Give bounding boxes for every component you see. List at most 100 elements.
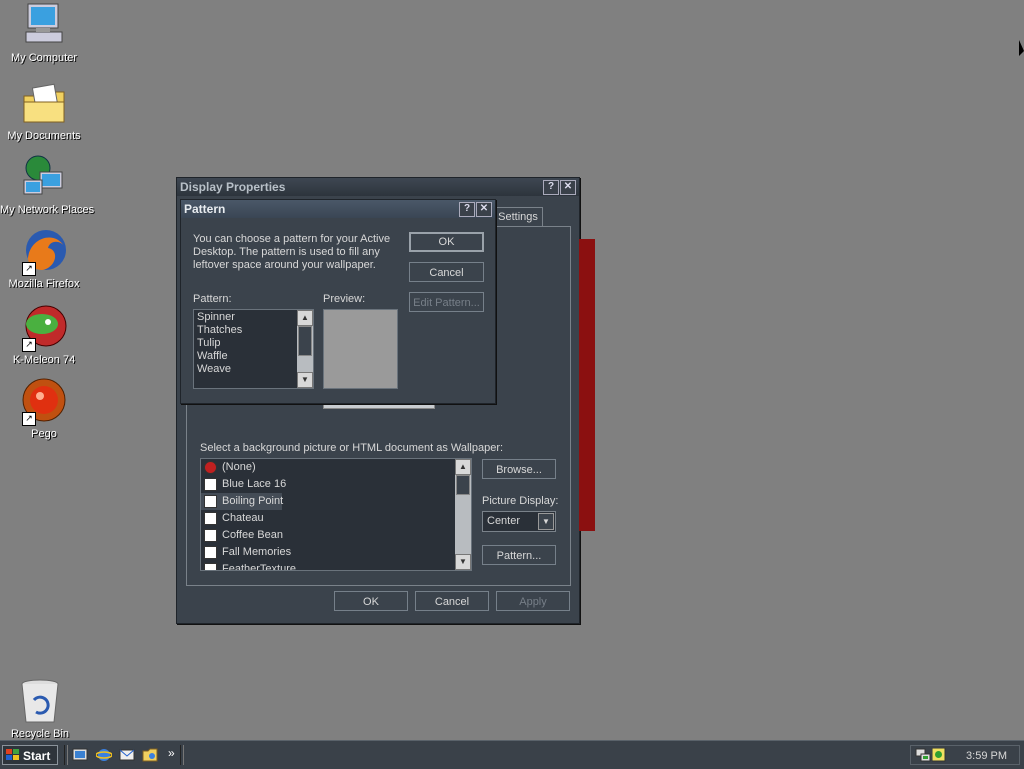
- system-tray: 3:59 PM: [910, 745, 1020, 765]
- clock: 3:59 PM: [966, 750, 1007, 762]
- pattern-list-item[interactable]: Thatches: [194, 324, 313, 337]
- windows-logo-icon: [6, 749, 19, 760]
- pattern-list-scrollbar[interactable]: ▲ ▼: [297, 310, 313, 388]
- shortcut-arrow-icon: ↗: [22, 412, 36, 426]
- desktop-icon-my-computer[interactable]: My Computer: [0, 2, 88, 64]
- internet-explorer-icon[interactable]: [96, 747, 112, 763]
- my-documents-icon: [20, 80, 68, 128]
- wallpaper-name: Boiling Point: [222, 495, 284, 507]
- taskbar: Start » 3:59 PM: [0, 740, 1024, 769]
- show-desktop-icon[interactable]: [72, 747, 88, 763]
- scroll-up-icon[interactable]: ▲: [297, 310, 313, 326]
- pattern-dialog-titlebar[interactable]: Pattern ? ✕: [181, 200, 495, 218]
- edit-pattern-button[interactable]: Edit Pattern...: [409, 292, 484, 312]
- preview-label: Preview:: [323, 293, 366, 305]
- pattern-cancel-button[interactable]: Cancel: [409, 262, 484, 282]
- desktop-icon-label: My Computer: [10, 52, 78, 64]
- wallpaper-label: Select a background picture or HTML docu…: [200, 442, 504, 454]
- apply-button[interactable]: Apply: [496, 591, 570, 611]
- taskbar-divider: [180, 745, 184, 765]
- close-button[interactable]: ✕: [560, 180, 576, 195]
- desktop-icon-label: K-Meleon 74: [12, 354, 76, 366]
- scroll-thumb[interactable]: [298, 326, 312, 356]
- image-file-icon: [204, 562, 217, 570]
- desktop-icon-label: Recycle Bin: [10, 728, 70, 740]
- image-file-icon: [204, 545, 217, 559]
- desktop-icon-label: My Network Places: [0, 204, 95, 216]
- chevron-down-icon[interactable]: ▼: [538, 513, 554, 530]
- wallpaper-list-scrollbar[interactable]: ▲ ▼: [455, 459, 471, 570]
- wallpaper-list-item[interactable]: (None): [201, 459, 471, 476]
- ok-button[interactable]: OK: [334, 591, 408, 611]
- network-places-icon: [20, 154, 68, 202]
- image-file-icon: [204, 511, 217, 525]
- pattern-list-item[interactable]: Weave: [194, 363, 313, 376]
- help-button[interactable]: ?: [543, 180, 559, 195]
- outlook-express-icon[interactable]: [119, 747, 135, 763]
- scroll-down-icon[interactable]: ▼: [297, 372, 313, 388]
- desktop-icon-k-meleon[interactable]: ↗ K-Meleon 74: [0, 304, 88, 366]
- tray-app-icon[interactable]: [932, 748, 946, 762]
- explorer-folder-icon[interactable]: [142, 747, 158, 763]
- image-file-icon: [204, 528, 217, 542]
- close-button[interactable]: ✕: [476, 202, 492, 217]
- desktop-icon-recycle-bin[interactable]: Recycle Bin: [0, 678, 84, 740]
- firefox-icon: ↗: [20, 228, 68, 276]
- wallpaper-name: Blue Lace 16: [222, 478, 287, 490]
- scroll-up-icon[interactable]: ▲: [455, 459, 471, 475]
- pattern-list-item[interactable]: Waffle: [194, 350, 313, 363]
- pattern-dialog: Pattern ? ✕ You can choose a pattern for…: [180, 199, 496, 404]
- display-properties-titlebar[interactable]: Display Properties ? ✕: [177, 178, 579, 196]
- wallpaper-name: FeatherTexture: [222, 563, 296, 571]
- picture-display-value: Center: [487, 515, 521, 527]
- wallpaper-name: Chateau: [222, 512, 264, 524]
- wallpaper-list-item[interactable]: Coffee Bean: [201, 527, 471, 544]
- wallpaper-name: (None): [222, 461, 256, 473]
- network-tray-icon[interactable]: [915, 748, 931, 762]
- scroll-down-icon[interactable]: ▼: [455, 554, 471, 570]
- pattern-list-item[interactable]: Tulip: [194, 337, 313, 350]
- help-button[interactable]: ?: [459, 202, 475, 217]
- mouse-cursor-icon: [1019, 40, 1024, 56]
- image-file-icon: [204, 477, 217, 491]
- tab-settings[interactable]: Settings: [493, 207, 543, 226]
- wallpaper-list-item[interactable]: Fall Memories: [201, 544, 471, 561]
- pattern-ok-button[interactable]: OK: [409, 232, 484, 252]
- k-meleon-icon: ↗: [20, 304, 68, 352]
- quicklaunch-chevron[interactable]: »: [168, 746, 175, 760]
- start-label: Start: [23, 749, 51, 763]
- browse-button[interactable]: Browse...: [482, 459, 556, 479]
- picture-display-label: Picture Display:: [482, 495, 559, 507]
- wallpaper-list-item[interactable]: Chateau: [201, 510, 471, 527]
- desktop-icon-firefox[interactable]: ↗ Mozilla Firefox: [0, 228, 88, 290]
- window-title: Display Properties: [180, 180, 286, 194]
- wallpaper-name: Coffee Bean: [222, 529, 283, 541]
- pattern-button[interactable]: Pattern...: [482, 545, 556, 565]
- pattern-list[interactable]: Spinner Thatches Tulip Waffle Weave ▲ ▼: [193, 309, 314, 389]
- recycle-bin-icon: [16, 678, 64, 726]
- pattern-dialog-title: Pattern: [184, 202, 226, 216]
- picture-display-select[interactable]: Center ▼: [482, 511, 556, 532]
- desktop-icon-label: My Documents: [7, 130, 81, 142]
- wallpaper-list[interactable]: (None) Blue Lace 16 Boiling Point Chateau Co…: [200, 458, 472, 571]
- wallpaper-list-item[interactable]: Boiling Point: [201, 493, 284, 510]
- pattern-list-item[interactable]: Spinner: [194, 311, 313, 324]
- desktop-icon-network-places[interactable]: My Network Places: [0, 154, 95, 216]
- desktop-icon-my-documents[interactable]: My Documents: [0, 80, 88, 142]
- shortcut-arrow-icon: ↗: [22, 338, 36, 352]
- wallpaper-list-item[interactable]: FeatherTexture: [201, 561, 471, 571]
- pego-icon: ↗: [20, 378, 68, 426]
- desktop-icon-label: Pego: [31, 428, 57, 440]
- none-wallpaper-icon: [204, 460, 217, 474]
- my-computer-icon: [20, 2, 68, 50]
- image-file-icon: [204, 494, 217, 508]
- shortcut-arrow-icon: ↗: [22, 262, 36, 276]
- pattern-description: You can choose a pattern for your Active…: [193, 233, 391, 271]
- wallpaper-list-item[interactable]: Blue Lace 16: [201, 476, 471, 493]
- start-button[interactable]: Start: [2, 745, 58, 765]
- cancel-button[interactable]: Cancel: [415, 591, 489, 611]
- desktop-icon-pego[interactable]: ↗ Pego: [0, 378, 88, 440]
- pattern-preview: [323, 309, 398, 389]
- scroll-thumb[interactable]: [456, 475, 470, 495]
- pattern-label: Pattern:: [193, 293, 232, 305]
